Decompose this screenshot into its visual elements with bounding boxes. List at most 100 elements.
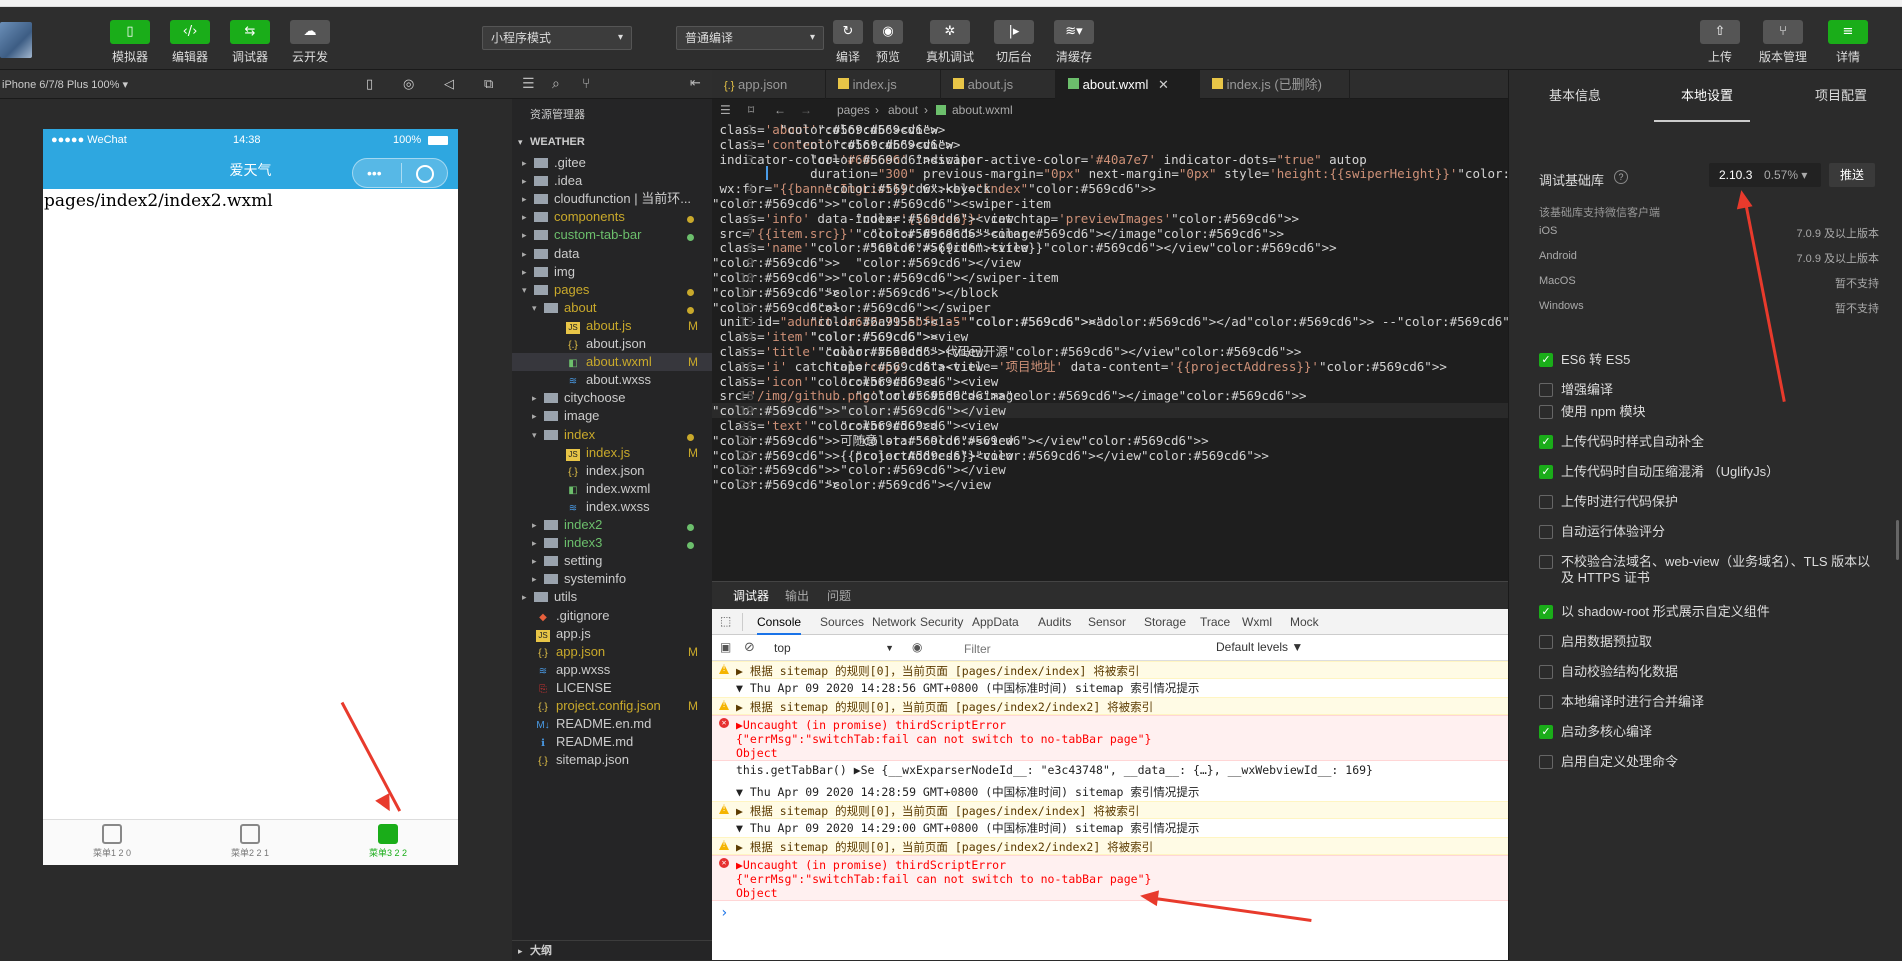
tree-item-about-wxml[interactable]: ◧ about.wxml M [512,353,712,372]
tab-index-js[interactable]: index.js [826,70,941,99]
sidebar-toggle-icon[interactable]: ▣ [720,640,731,654]
devtools-tab-security[interactable]: Security [920,609,963,635]
tree-item-components[interactable]: ▸ components [512,208,712,226]
tree-item-app-wxss[interactable]: ≋ app.wxss [512,661,712,679]
preview-button[interactable]: ◉ 预览 [858,20,918,65]
version-button[interactable]: ⑂ 版本管理 [1753,20,1813,65]
devtools-tab-network[interactable]: Network [872,609,916,635]
checkbox[interactable] [1539,495,1553,509]
checkbox[interactable]: ✓ [1539,465,1553,479]
console-message[interactable]: this.getTabBar() ▶Se {__wxExparserNodeId… [712,761,1508,779]
tab-menu2[interactable]: 菜单2 2 1 [181,824,319,859]
popout-icon[interactable]: ⧉ [484,76,493,92]
console-message[interactable]: ▼ Thu Apr 09 2020 14:28:56 GMT+0800 (中国标… [712,679,1508,697]
code-editor[interactable]: 1 "color:#569cd6"><view class='about'"col… [712,121,1508,581]
close-icon[interactable]: ✕ [1158,77,1169,92]
console-message[interactable]: ! ▶ 根据 sitemap 的规则[0]，当前页面 [pages/index2/… [712,837,1508,855]
setting-option[interactable]: ✓ 上传代码时自动压缩混淆 （UglifyJs） [1539,464,1899,486]
tree-item-idea[interactable]: ▸ .idea [512,172,712,190]
tree-item-index-js[interactable]: JS index.js M [512,444,712,462]
console-message[interactable]: ▼ Thu Apr 09 2020 14:28:59 GMT+0800 (中国标… [712,783,1508,801]
tree-item-index-wxml[interactable]: ◧ index.wxml [512,480,712,498]
tree-item-data[interactable]: ▸ data [512,245,712,263]
setting-option[interactable]: 上传时进行代码保护 [1539,494,1899,516]
tree-item-gitee[interactable]: ▸ .gitee [512,154,712,172]
simulator-button[interactable]: ▯ 模拟器 [100,20,160,65]
devtools-tab-appdata[interactable]: AppData [972,609,1019,635]
devtools-tab-console[interactable]: Console [757,609,802,635]
tree-item-about-json[interactable]: {.} about.json [512,335,712,353]
tab-local-settings[interactable]: 本地设置 [1681,85,1733,104]
filter-input[interactable] [964,639,1184,658]
background-button[interactable]: |▸ 切后台 [984,20,1044,65]
devtools-tab-sensor[interactable]: Sensor [1088,609,1126,635]
devtools-tab-mock[interactable]: Mock [1290,609,1319,635]
setting-option[interactable]: ✓ 以 shadow-root 形式展示自定义组件 [1539,604,1899,626]
device-select[interactable]: iPhone 6/7/8 Plus 100% ▾ [2,78,128,91]
tree-item-gitignore[interactable]: ◆ .gitignore [512,607,712,625]
upload-button[interactable]: ⇧ 上传 [1690,20,1750,65]
context-select[interactable]: top ▼ [768,638,898,658]
help-icon[interactable]: ? [1614,170,1628,184]
tree-item-index-json[interactable]: {.} index.json [512,462,712,480]
breadcrumb-file[interactable]: about.wxml [952,99,1013,121]
debugger-button[interactable]: ⇆ 调试器 [220,20,280,65]
tab-about-wxml[interactable]: about.wxml ✕ [1056,70,1200,99]
checkbox[interactable]: ✓ [1539,435,1553,449]
tree-item-citychoose[interactable]: ▸ citychoose [512,389,712,407]
details-button[interactable]: ≡ 详情 [1818,20,1878,65]
tree-item-about-wxss[interactable]: ≋ about.wxss [512,371,712,389]
breadcrumb-pages[interactable]: pages [837,99,870,121]
tree-item-custom-tab-bar[interactable]: ▸ custom-tab-bar [512,226,712,244]
collapse-icon[interactable]: ⇤ [690,75,701,91]
tree-item-systeminfo[interactable]: ▸ systeminfo [512,570,712,588]
more-icon[interactable]: ••• [367,154,382,192]
setting-option[interactable]: 不校验合法域名、web-view（业务域名）、TLS 版本以及 HTTPS 证书 [1539,554,1899,585]
search-icon[interactable]: ⌕ [552,75,560,92]
list-icon[interactable]: ☰ [720,99,731,121]
tree-item-app-js[interactable]: JS app.js [512,625,712,643]
setting-option[interactable]: ✓ ES6 转 ES5 [1539,352,1899,374]
checkbox[interactable] [1539,525,1553,539]
checkbox[interactable] [1539,755,1553,769]
clear-cache-button[interactable]: ≋▾ 清缓存 [1044,20,1104,65]
console-message[interactable]: ! ▶ 根据 sitemap 的规则[0]，当前页面 [pages/index2/… [712,697,1508,715]
inspect-icon[interactable]: ⬚ [720,614,731,628]
console-message[interactable]: ✕ ▶Uncaught (in promise) thirdScriptError… [712,715,1508,761]
editor-button[interactable]: ‹/› 编辑器 [160,20,220,65]
tree-item-index3[interactable]: ▸ index3 [512,534,712,552]
tree-item-readme-en-md[interactable]: M↓ README.en.md [512,715,712,733]
checkbox[interactable]: ✓ [1539,605,1553,619]
tab-problems[interactable]: 问题 [827,582,851,610]
tab-debugger[interactable]: 调试器 [733,582,770,610]
setting-option[interactable]: ✓ 上传代码时样式自动补全 [1539,434,1899,456]
tab-project-config[interactable]: 项目配置 [1815,85,1867,104]
tree-item-license[interactable]: ⎘ LICENSE [512,679,712,697]
devtools-tab-trace[interactable]: Trace [1200,609,1230,635]
tab-menu1[interactable]: 菜单1 2 0 [43,824,181,859]
record-icon[interactable]: ◎ [403,76,414,92]
setting-option[interactable]: ✓ 启动多核心编译 [1539,724,1899,746]
tree-item-about-js[interactable]: JS about.js M [512,317,712,335]
workspace-root[interactable]: ▾ WEATHER [512,132,712,152]
list-icon[interactable]: ☰ [522,75,535,92]
tree-item-index-wxss[interactable]: ≋ index.wxss [512,498,712,516]
setting-option[interactable]: 增强编译 [1539,382,1899,404]
tree-item-utils[interactable]: ▸ utils [512,588,712,606]
tab-basic-info[interactable]: 基本信息 [1549,85,1601,104]
outline-section[interactable]: ▸ 大纲 [512,940,712,960]
cloud-dev-button[interactable]: ☁ 云开发 [280,20,340,65]
tree-item-readme-md[interactable]: ℹ README.md [512,733,712,751]
tab-output[interactable]: 输出 [785,582,809,610]
console-message[interactable]: ▼ Thu Apr 09 2020 14:29:00 GMT+0800 (中国标… [712,819,1508,837]
setting-option[interactable]: 自动校验结构化数据 [1539,664,1899,686]
setting-option[interactable]: 自动运行体验评分 [1539,524,1899,546]
tree-item-index2[interactable]: ▸ index2 [512,516,712,534]
tree-item-index[interactable]: ▾ index [512,426,712,444]
checkbox[interactable] [1539,555,1553,569]
close-icon[interactable] [416,165,434,183]
checkbox[interactable] [1539,665,1553,679]
setting-option[interactable]: 使用 npm 模块 [1539,404,1899,426]
checkbox[interactable] [1539,383,1553,397]
lib-version-select[interactable]: 2.10.3 0.57% ▾ [1709,163,1821,187]
